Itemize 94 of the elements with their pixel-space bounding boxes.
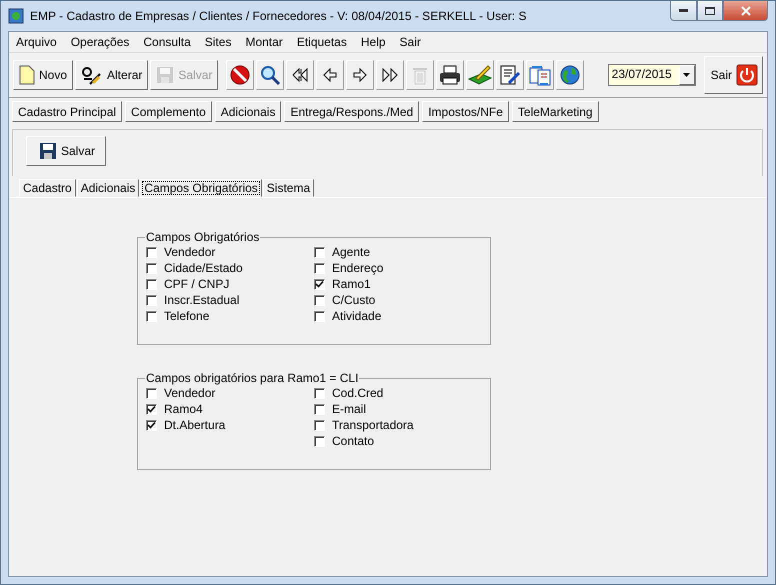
checkbox[interactable] <box>146 262 157 274</box>
exit-button[interactable]: Sair <box>704 56 763 94</box>
checkbox-label: Vendedor <box>164 386 216 400</box>
checkbox-label: Endereço <box>332 261 384 275</box>
toolbar-icon-button[interactable] <box>526 60 554 90</box>
toolbar-icon-button[interactable] <box>466 60 494 90</box>
pen-and-paper-icon <box>468 64 492 86</box>
globe-icon <box>559 64 582 86</box>
document-pen-icon <box>499 64 522 86</box>
checkbox-label: Contato <box>332 434 374 448</box>
checkbox[interactable] <box>314 278 325 290</box>
checkbox[interactable] <box>314 246 325 258</box>
tab[interactable]: Campos Obrigatórios <box>140 179 262 197</box>
checkbox-label: Telefone <box>164 309 210 323</box>
menu-item[interactable]: Sites <box>204 35 232 49</box>
checkbox-label: Atividade <box>332 309 382 323</box>
prohibited-icon <box>229 64 252 86</box>
maximize-button[interactable] <box>697 1 723 21</box>
letter-pencil-icon <box>81 64 104 86</box>
toolbar-icon-button[interactable] <box>316 60 344 90</box>
section-button[interactable]: Adicionais <box>214 101 282 122</box>
section-button[interactable]: Cadastro Principal <box>12 101 122 122</box>
save-button[interactable]: Salvar <box>26 136 106 166</box>
section-button[interactable]: Complemento <box>125 101 212 122</box>
toolbar-button[interactable]: Novo <box>13 60 74 90</box>
checkbox-label: Transportadora <box>332 418 414 432</box>
checkbox[interactable] <box>314 388 325 398</box>
toolbar-icon-button[interactable] <box>436 60 464 90</box>
checkbox[interactable] <box>314 294 325 306</box>
menu-item[interactable]: Montar <box>245 35 283 49</box>
checkbox-label: C/Custo <box>332 293 376 307</box>
checkbox-label: Cidade/Estado <box>164 261 243 275</box>
section-button[interactable]: Impostos/NFe <box>422 101 509 122</box>
app-icon <box>8 8 24 24</box>
search-icon <box>259 64 282 86</box>
checkbox[interactable] <box>146 294 157 306</box>
menu-item[interactable]: Etiquetas <box>296 35 347 49</box>
arrow-icon <box>291 67 310 83</box>
checkbox-label: Dt.Abertura <box>164 418 226 432</box>
toolbar-icon-button[interactable] <box>226 60 254 90</box>
checkbox[interactable] <box>314 262 325 274</box>
power-icon <box>736 64 758 86</box>
checkbox[interactable] <box>146 404 157 414</box>
caret-icon <box>683 73 690 77</box>
date-field[interactable]: 23/07/2015 <box>608 64 696 86</box>
toolbar-icon-button[interactable] <box>256 60 284 90</box>
checkbox[interactable] <box>146 388 157 398</box>
close-button[interactable] <box>723 1 768 21</box>
group-title: Campos obrigatórios para Ramo1 = CLI <box>145 371 360 385</box>
dropdown-button[interactable] <box>678 65 695 85</box>
checkbox[interactable] <box>314 420 325 430</box>
menu-item[interactable]: Sair <box>400 35 421 49</box>
checkbox[interactable] <box>146 246 157 258</box>
arrow-icon <box>351 67 370 83</box>
trash-icon <box>411 65 430 85</box>
checkbox-label: Agente <box>332 245 370 259</box>
arrow-icon <box>321 67 340 83</box>
toolbar-icon-button[interactable] <box>376 60 404 90</box>
tab[interactable]: Adicionais <box>76 179 140 197</box>
checkbox[interactable] <box>314 436 325 446</box>
checkbox[interactable] <box>314 404 325 414</box>
checkbox-label: CPF / CNPJ <box>164 277 230 291</box>
minimize-icon <box>679 9 688 12</box>
tab[interactable]: Sistema <box>262 179 314 197</box>
checkbox-label: Ramo1 <box>332 277 371 291</box>
arrow-icon <box>381 67 400 83</box>
checkbox[interactable] <box>146 278 157 290</box>
document-icon <box>19 65 35 85</box>
section-button[interactable]: TeleMarketing <box>512 101 599 122</box>
checkbox-label: E-mail <box>332 402 366 416</box>
toolbar-icon-button[interactable] <box>496 60 524 90</box>
menu-item[interactable]: Consulta <box>143 35 191 49</box>
printer-icon <box>438 64 462 86</box>
menu-item[interactable]: Arquivo <box>16 35 57 49</box>
maximize-icon <box>705 6 715 14</box>
section-button[interactable]: Entrega/Respons./Med <box>284 101 420 122</box>
checkbox[interactable] <box>146 420 157 430</box>
toolbar-icon-button[interactable] <box>286 60 314 90</box>
window-title: EMP - Cadastro de Empresas / Clientes / Fornecedores - V: 08/04/2015 - SERKELL - User: S <box>30 9 528 23</box>
checkbox-label: Cod.Cred <box>332 386 384 400</box>
toolbar-icon-button[interactable] <box>556 60 584 90</box>
checkbox-label: Inscr.Estadual <box>164 293 240 307</box>
minimize-button[interactable] <box>670 1 697 21</box>
group-title: Campos Obrigatórios <box>145 230 260 244</box>
menu-item[interactable]: Help <box>360 35 386 49</box>
checkbox-label: Vendedor <box>164 245 216 259</box>
checkbox[interactable] <box>146 310 157 322</box>
menu-item[interactable]: Operações <box>70 35 130 49</box>
close-icon <box>740 6 750 16</box>
checkbox-label: Ramo4 <box>164 402 203 416</box>
tab[interactable]: Cadastro <box>19 179 76 197</box>
toolbar-button[interactable]: Alterar <box>75 60 148 90</box>
toolbar-icon-button[interactable] <box>346 60 374 90</box>
checkbox[interactable] <box>314 310 325 322</box>
